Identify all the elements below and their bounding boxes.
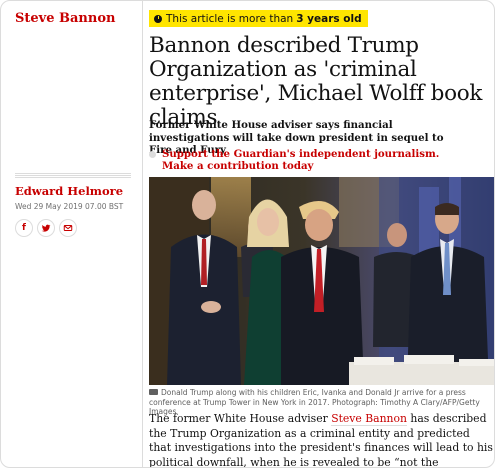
article-page: Steve Bannon Edward Helmore Wed 29 May 2…: [0, 0, 495, 468]
article-age-warning: This article is more than 3 years old: [149, 10, 368, 27]
clock-icon: [154, 14, 162, 23]
left-column: Steve Bannon Edward Helmore Wed 29 May 2…: [1, 1, 143, 467]
body-text-start: The former White House adviser: [149, 412, 332, 425]
article-body-paragraph: The former White House adviser Steve Ban…: [149, 412, 494, 467]
camera-icon: [149, 389, 158, 395]
email-share-button[interactable]: [59, 219, 77, 237]
facebook-icon: f: [22, 223, 26, 233]
age-warning-prefix: This article is more than: [166, 12, 294, 25]
email-icon: [63, 225, 73, 231]
article-main-image[interactable]: [149, 177, 494, 385]
support-contribution-link[interactable]: Support the Guardian's independent journ…: [162, 148, 449, 172]
twitter-icon: [41, 224, 51, 232]
steve-bannon-link[interactable]: Steve Bannon: [331, 412, 407, 426]
publish-date: Wed 29 May 2019 07.00 BST: [15, 202, 124, 211]
support-banner: Support the Guardian's independent journ…: [149, 148, 449, 172]
author-link[interactable]: Edward Helmore: [15, 184, 123, 198]
share-buttons: f: [15, 219, 77, 237]
article-headline: Bannon described Trump Organization as '…: [149, 33, 483, 130]
facebook-share-button[interactable]: f: [15, 219, 33, 237]
byline-divider: [15, 173, 131, 179]
bullet-dot-icon: [149, 151, 156, 158]
twitter-share-button[interactable]: [37, 219, 55, 237]
section-tag-link[interactable]: Steve Bannon: [15, 11, 115, 26]
age-warning-age: 3 years old: [296, 12, 362, 25]
